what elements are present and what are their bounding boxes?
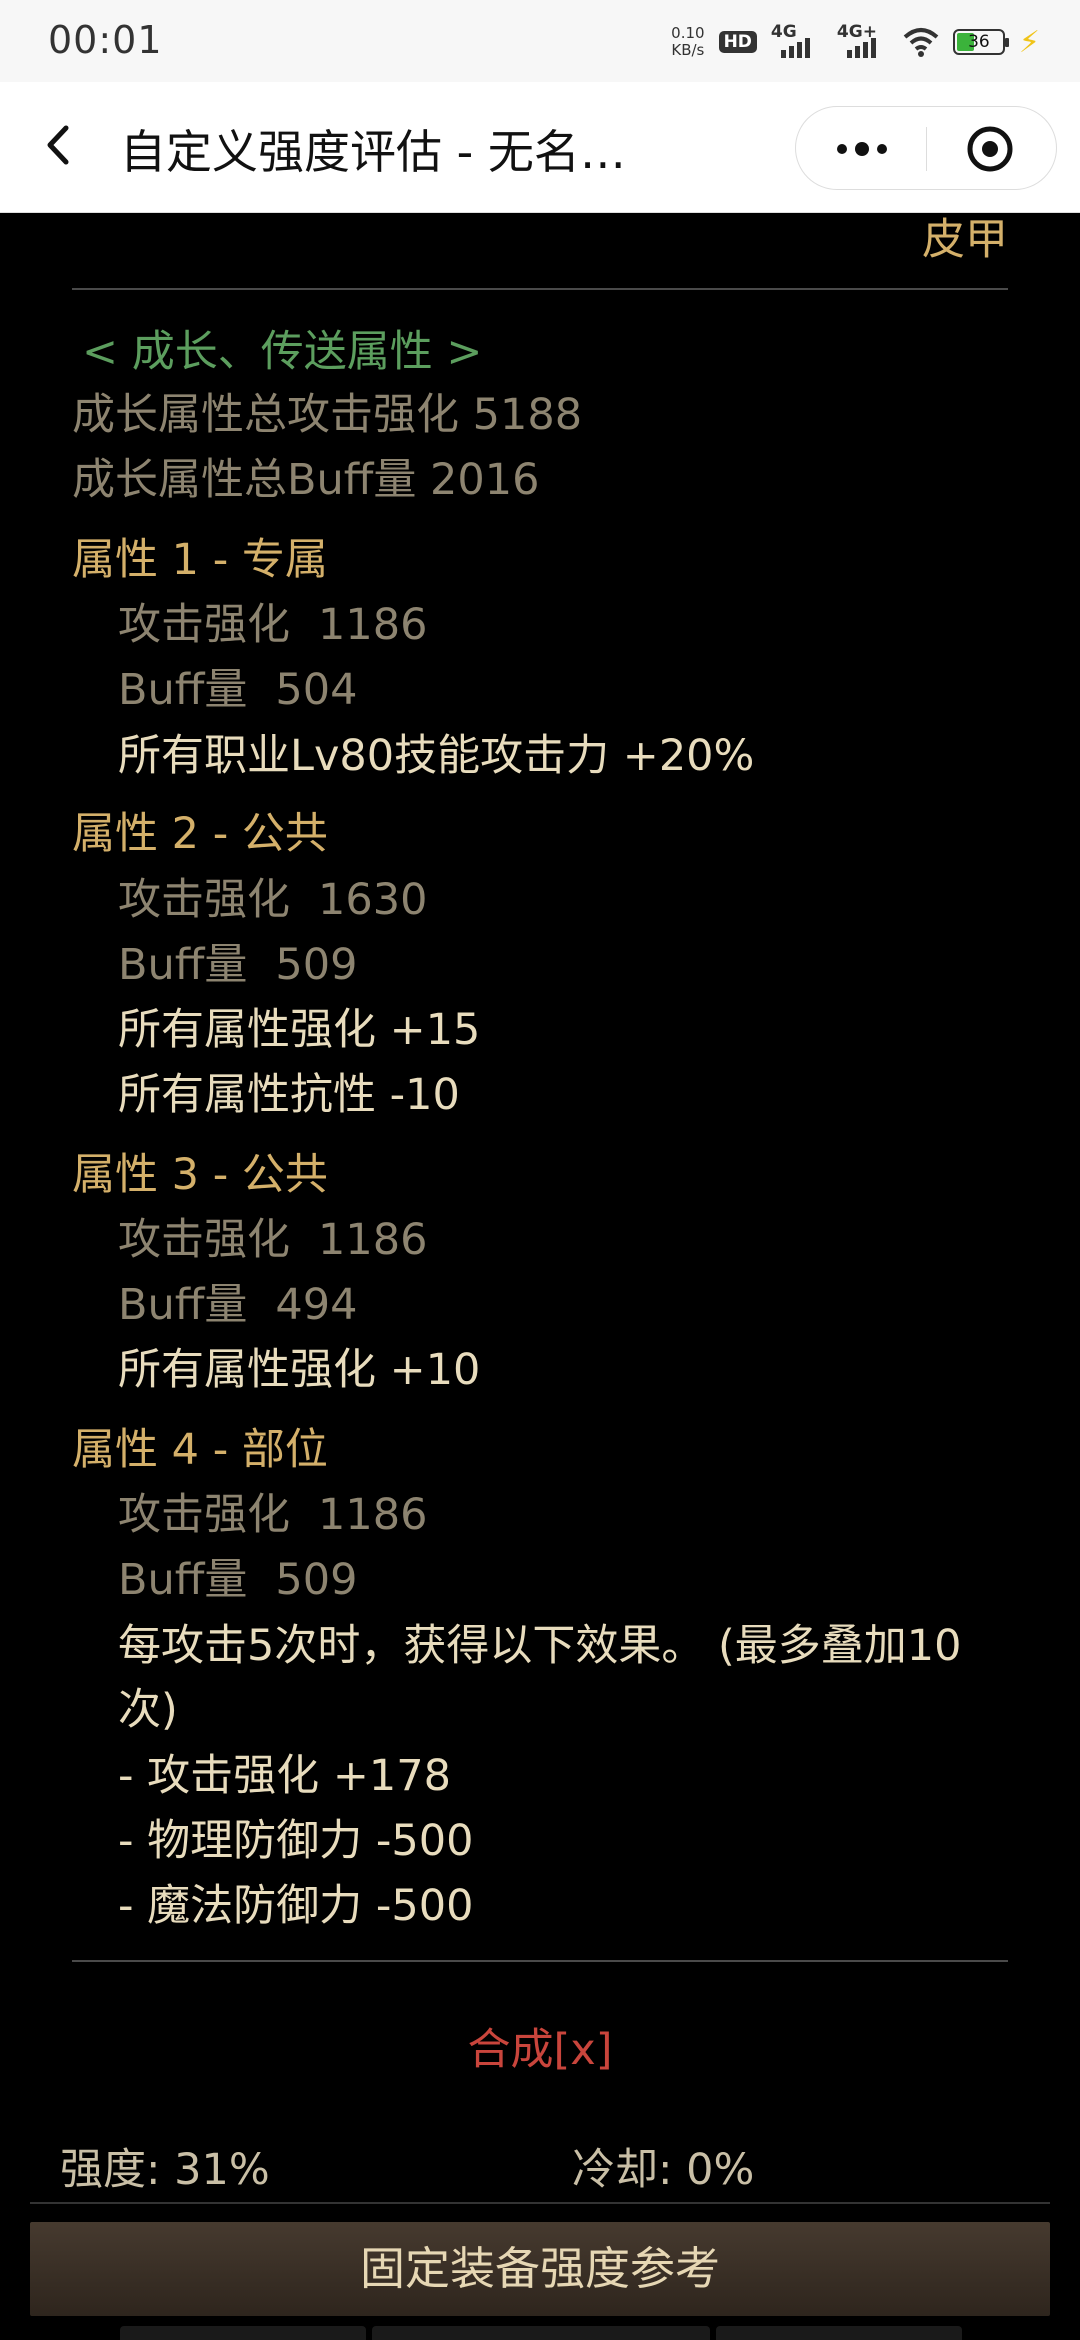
attribute-2-effect: 所有属性抗性 -10 [118,1070,460,1120]
attribute-1-buff: Buff量 504 [118,665,358,715]
attribute-2-title: 属性 2 - 公共 [72,809,328,859]
capsule-divider [926,127,927,171]
more-options-icon[interactable] [834,139,890,159]
fixed-equipment-reference-button[interactable]: 固定装备强度参考 [30,2222,1050,2316]
attribute-3-buff: Buff量 494 [118,1280,358,1330]
nav-bar: 自定义强度评估 - 无名… [0,82,1080,213]
divider [30,2202,1050,2204]
wifi-icon [903,28,939,57]
attribute-4-effect: - 攻击强化 +178 [118,1751,451,1801]
growth-total-buff: 成长属性总Buff量 2016 [72,455,540,505]
synthesis-link[interactable]: 合成[x] [0,2022,1080,2078]
attribute-1-title: 属性 1 - 专属 [72,535,328,585]
attribute-3-effect: 所有属性强化 +10 [118,1345,481,1395]
divider [72,1960,1008,1962]
signal-4g-plus-icon: 4G+ [837,22,889,60]
network-speed: 0.10 KB/s [671,24,705,59]
tab-hint [716,2326,962,2340]
attribute-2-effect: 所有属性强化 +15 [118,1005,481,1055]
attribute-2-buff: Buff量 509 [118,940,358,990]
attribute-2-attack: 攻击强化 1630 [118,875,428,925]
charging-icon: ⚡ [1018,24,1040,60]
attribute-4-effect: 每攻击5次时，获得以下效果。 (最多叠加10 [118,1621,962,1671]
attribute-4-effect: 次) [118,1685,178,1735]
armor-type-label: 皮甲 [922,215,1008,265]
attribute-4-title: 属性 4 - 部位 [72,1425,328,1475]
growth-section-header: < 成长、传送属性 > [82,327,483,377]
hd-badge-icon: HD [718,31,757,53]
attribute-1-attack: 攻击强化 1186 [118,600,428,650]
battery-icon: 36 [952,29,1009,55]
attribute-3-attack: 攻击强化 1186 [118,1215,428,1265]
attribute-4-attack: 攻击强化 1186 [118,1490,428,1540]
attribute-1-effect: 所有职业Lv80技能攻击力 +20% [118,731,755,781]
page-title: 自定义强度评估 - 无名… [120,125,626,179]
divider [72,288,1008,290]
miniprogram-capsule [795,106,1057,190]
attribute-4-effect: - 物理防御力 -500 [118,1816,474,1866]
status-bar: 00:01 0.10 KB/s HD 4G 4G+ 36 ⚡ [0,0,1080,82]
status-time: 00:01 [48,18,163,62]
back-arrow-icon[interactable] [36,120,86,170]
tab-hint [372,2326,710,2340]
attribute-4-buff: Buff量 509 [118,1555,358,1605]
attribute-3-title: 属性 3 - 公共 [72,1150,328,1200]
growth-total-attack: 成长属性总攻击强化 5188 [72,390,583,440]
cooldown-value: 冷却: 0% [572,2145,755,2195]
strength-value: 强度: 31% [60,2145,270,2195]
status-icons: 0.10 KB/s HD 4G 4G+ 36 ⚡ [671,22,1040,62]
attribute-4-effect: - 魔法防御力 -500 [118,1881,474,1931]
signal-4g-icon: 4G [771,22,823,60]
close-miniprogram-icon[interactable] [966,125,1014,173]
tab-hint [120,2326,366,2340]
